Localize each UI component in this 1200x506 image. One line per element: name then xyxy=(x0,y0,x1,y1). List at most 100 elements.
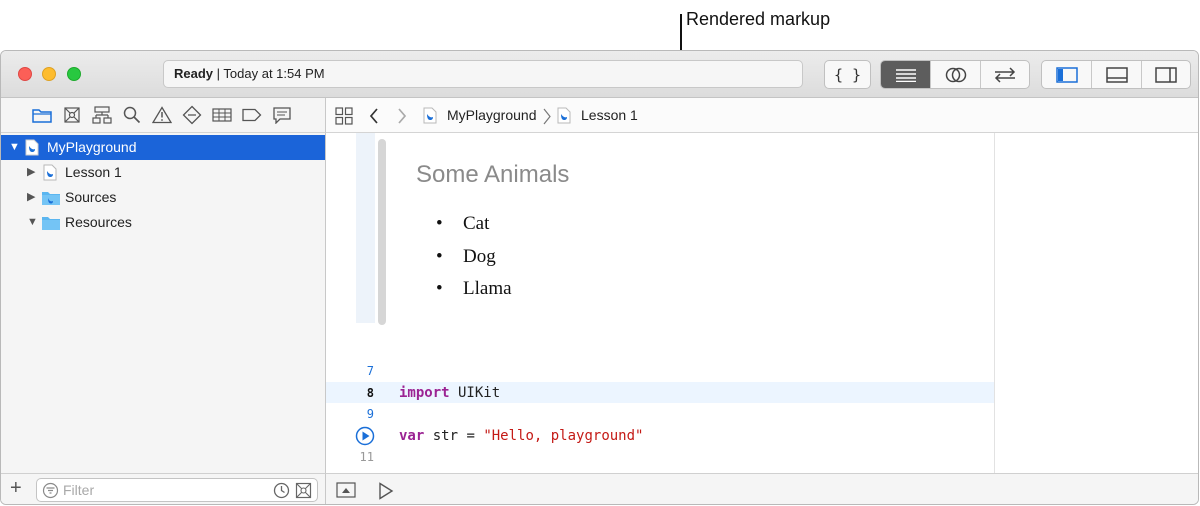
symbol-navigator-button[interactable] xyxy=(92,106,112,124)
find-navigator-button[interactable] xyxy=(122,106,142,124)
line-number-current: 8 xyxy=(366,386,374,400)
status-ready: Ready xyxy=(174,66,214,81)
standard-editor-button[interactable] xyxy=(881,61,931,88)
run-playground-icon[interactable] xyxy=(378,482,394,500)
debug-navigator-button[interactable] xyxy=(212,106,232,124)
debug-gauge-icon xyxy=(212,108,232,122)
callout-label: Rendered markup xyxy=(686,9,831,29)
title-bar: Ready | Today at 1:54 PM { } xyxy=(1,51,1198,98)
minimize-button[interactable] xyxy=(42,67,56,81)
code-text: str = xyxy=(424,428,484,444)
line-number: 11 xyxy=(359,450,374,464)
markup-heading: Some Animals xyxy=(416,161,570,188)
project-navigator-button[interactable] xyxy=(32,106,52,124)
breadcrumb-separator-icon xyxy=(543,108,551,125)
test-navigator-button[interactable] xyxy=(182,105,202,125)
editor-mode-control xyxy=(880,60,1030,89)
left-panel-icon xyxy=(1055,66,1078,83)
close-button[interactable] xyxy=(18,67,32,81)
disclosure-collapsed-icon[interactable]: ▶ xyxy=(27,185,35,210)
xcode-window: Ready | Today at 1:54 PM { } ▼ MyPlaygro… xyxy=(0,50,1199,505)
breakpoint-icon xyxy=(242,108,262,122)
zoom-button[interactable] xyxy=(67,67,81,81)
report-bubble-icon xyxy=(273,107,291,124)
swift-file-icon xyxy=(557,107,571,129)
hierarchy-icon xyxy=(92,106,112,124)
line-number: 9 xyxy=(366,407,374,421)
tree-item-label: MyPlayground xyxy=(47,139,137,155)
bullet-glyph: • xyxy=(436,278,443,299)
code-line: var str = "Hello, playground" xyxy=(399,428,643,444)
activity-status: Ready | Today at 1:54 PM xyxy=(163,60,803,88)
forward-chevron-icon[interactable] xyxy=(396,107,408,125)
tree-item-label: Resources xyxy=(65,214,132,230)
navigator-selector-bar xyxy=(1,98,326,133)
markup-list-text: Cat xyxy=(463,213,490,234)
tree-item-myplayground[interactable]: ▼ MyPlayground xyxy=(1,135,325,160)
source-editor[interactable]: Some Animals • Cat • Dog • Llama 7 8 9 1… xyxy=(326,133,994,473)
source-control-navigator-button[interactable] xyxy=(62,106,82,124)
toggle-inspector-button[interactable] xyxy=(1140,61,1190,88)
breadcrumb-myplayground[interactable]: MyPlayground xyxy=(447,107,537,123)
code-line: import UIKit xyxy=(399,385,500,401)
version-arrows-icon xyxy=(994,66,1015,83)
filter-placeholder: Filter xyxy=(63,482,95,498)
bullet-glyph: • xyxy=(436,213,443,234)
filter-field[interactable]: Filter xyxy=(36,478,318,502)
panel-toggle-control xyxy=(1041,60,1191,89)
braces-icon: { } xyxy=(833,65,862,84)
bullet-glyph: • xyxy=(436,246,443,267)
show-debug-area-icon[interactable] xyxy=(336,481,356,499)
line-number: 7 xyxy=(366,364,374,378)
breadcrumb-lesson-1[interactable]: Lesson 1 xyxy=(581,107,638,123)
tree-item-sources[interactable]: ▶ Sources xyxy=(1,185,325,210)
issue-navigator-button[interactable] xyxy=(152,106,172,124)
toggle-debug-area-button[interactable] xyxy=(1091,61,1140,88)
results-sidebar xyxy=(994,133,1198,473)
source-control-icon xyxy=(64,107,80,123)
project-navigator: ▼ MyPlayground ▶ Lesson 1 ▶ Sources ▼ Re… xyxy=(1,133,326,473)
warning-icon xyxy=(152,106,172,124)
breakpoint-navigator-button[interactable] xyxy=(242,106,262,124)
lines-icon xyxy=(895,68,916,82)
jump-bar: MyPlayground Lesson 1 xyxy=(326,98,1198,133)
tree-item-label: Lesson 1 xyxy=(65,164,122,180)
filter-icon xyxy=(42,482,59,499)
recent-files-clock-icon[interactable] xyxy=(273,482,290,499)
report-navigator-button[interactable] xyxy=(272,106,292,124)
code-keyword: var xyxy=(399,428,425,444)
add-icon[interactable]: + xyxy=(10,477,22,500)
search-icon xyxy=(123,106,141,124)
folder-icon xyxy=(41,214,61,239)
test-diamond-icon xyxy=(182,105,202,125)
debug-bar xyxy=(326,473,1198,504)
folder-icon xyxy=(32,109,52,123)
bottom-panel-icon xyxy=(1105,66,1128,83)
status-separator: | xyxy=(213,66,224,81)
run-line-icon[interactable] xyxy=(355,426,375,446)
status-time: Today at 1:54 PM xyxy=(223,66,325,81)
navigator-filter-bar: + Filter xyxy=(1,473,326,504)
version-editor-button[interactable] xyxy=(979,61,1029,88)
related-items-grid-icon[interactable] xyxy=(335,107,353,125)
tree-item-lesson-1[interactable]: ▶ Lesson 1 xyxy=(1,160,325,185)
rendered-markup-bar xyxy=(378,139,386,325)
assistant-editor-button[interactable] xyxy=(930,61,979,88)
disclosure-expanded-icon[interactable]: ▼ xyxy=(9,135,20,160)
swift-file-icon xyxy=(423,107,437,129)
markup-gutter xyxy=(356,133,375,323)
code-string: "Hello, playground" xyxy=(483,428,644,444)
tree-item-label: Sources xyxy=(65,189,117,205)
source-control-filter-icon[interactable] xyxy=(295,482,312,499)
toggle-navigator-button[interactable] xyxy=(1042,61,1091,88)
disclosure-expanded-icon[interactable]: ▼ xyxy=(27,210,38,235)
code-keyword: import xyxy=(399,385,450,401)
right-panel-icon xyxy=(1155,66,1177,83)
assistant-icon xyxy=(945,67,966,82)
markup-list-text: Dog xyxy=(463,246,496,267)
library-button[interactable]: { } xyxy=(824,60,871,89)
tree-item-resources[interactable]: ▼ Resources xyxy=(1,210,325,235)
back-chevron-icon[interactable] xyxy=(368,107,380,125)
disclosure-collapsed-icon[interactable]: ▶ xyxy=(27,160,35,185)
code-text: UIKit xyxy=(449,385,501,401)
